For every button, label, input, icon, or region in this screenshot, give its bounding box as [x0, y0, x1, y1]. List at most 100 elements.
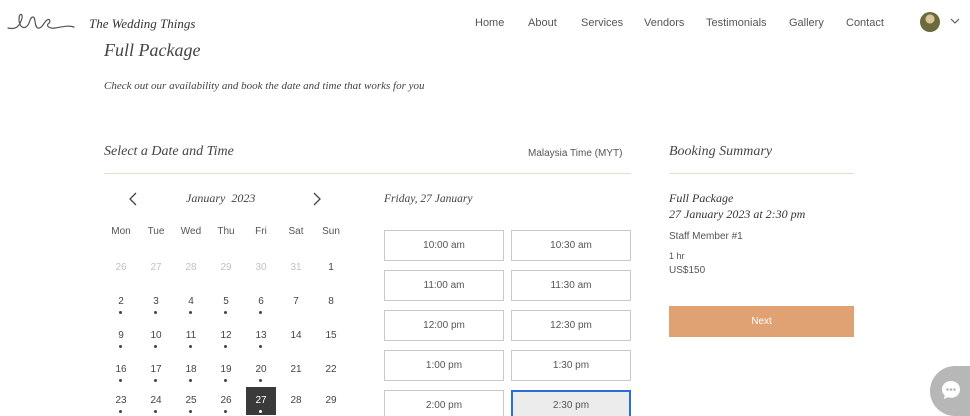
calendar-day[interactable]: 6	[246, 288, 276, 316]
time-slot-button[interactable]: 2:30 pm	[511, 390, 631, 416]
availability-dot	[119, 410, 122, 413]
calendar-day[interactable]: 28	[281, 387, 311, 415]
calendar-day[interactable]: 8	[316, 288, 346, 316]
calendar-day[interactable]: 28	[176, 254, 206, 282]
time-slot-button[interactable]: 1:30 pm	[511, 350, 631, 381]
nav-contact[interactable]: Contact	[846, 17, 884, 29]
calendar-day[interactable]: 4	[176, 288, 206, 316]
calendar-day[interactable]: 10	[141, 322, 171, 350]
summary-datetime: 27 January 2023 at 2:30 pm	[669, 207, 806, 221]
availability-dot	[259, 410, 262, 413]
nav-services[interactable]: Services	[581, 17, 623, 29]
calendar-day[interactable]: 24	[141, 387, 171, 415]
section-title: Select a Date and Time	[104, 144, 234, 159]
calendar-day[interactable]: 5	[211, 288, 241, 316]
calendar-day[interactable]: 26	[211, 387, 241, 415]
calendar-day[interactable]: 18	[176, 356, 206, 384]
weekday-label: Thu	[217, 226, 235, 237]
availability-dot	[119, 311, 122, 314]
calendar-day[interactable]: 15	[316, 322, 346, 350]
availability-dot	[189, 311, 192, 314]
calendar-day[interactable]: 29	[211, 254, 241, 282]
calendar-day[interactable]: 1	[316, 254, 346, 282]
availability-dot	[189, 379, 192, 382]
calendar-day[interactable]: 17	[141, 356, 171, 384]
calendar-day[interactable]: 29	[316, 387, 346, 415]
availability-dot	[154, 311, 157, 314]
time-slot-button[interactable]: 12:30 pm	[511, 310, 631, 341]
availability-dot	[119, 345, 122, 348]
page-subtitle: Check out our availability and book the …	[104, 80, 425, 92]
availability-dot	[189, 410, 192, 413]
summary-staff: Staff Member #1	[669, 231, 743, 242]
calendar-day[interactable]: 21	[281, 356, 311, 384]
availability-dot	[224, 311, 227, 314]
divider	[104, 173, 631, 174]
availability-dot	[259, 379, 262, 382]
calendar-day[interactable]: 26	[106, 254, 136, 282]
calendar-day[interactable]: 13	[246, 322, 276, 350]
availability-dot	[154, 379, 157, 382]
nav-gallery[interactable]: Gallery	[789, 17, 824, 29]
nav-about[interactable]: About	[528, 17, 557, 29]
calendar-month-name: January	[186, 191, 226, 205]
weekday-label: Tue	[147, 226, 165, 237]
weekday-label: Fri	[255, 226, 267, 237]
calendar-day[interactable]: 7	[281, 288, 311, 316]
availability-dot	[154, 345, 157, 348]
calendar-day[interactable]: 30	[246, 254, 276, 282]
time-slot-button[interactable]: 11:00 am	[384, 270, 504, 301]
time-slot-button[interactable]: 10:00 am	[384, 230, 504, 261]
availability-dot	[259, 311, 262, 314]
time-slot-button[interactable]: 2:00 pm	[384, 390, 504, 416]
main-nav: Home About Services Vendors Testimonials…	[0, 17, 970, 33]
summary-package-name: Full Package	[669, 191, 734, 205]
timezone-label[interactable]: Malaysia Time (MYT)	[528, 148, 622, 159]
availability-dot	[154, 410, 157, 413]
calendar-day[interactable]: 27	[141, 254, 171, 282]
chat-icon	[942, 381, 960, 399]
time-slot-button[interactable]: 10:30 am	[511, 230, 631, 261]
calendar-day[interactable]: 23	[106, 387, 136, 415]
weekday-label: Sun	[322, 226, 340, 237]
availability-dot	[224, 410, 227, 413]
calendar-day[interactable]: 16	[106, 356, 136, 384]
summary-price: US$150	[669, 265, 706, 276]
page-title: Full Package	[104, 40, 201, 60]
weekday-label: Sat	[288, 226, 304, 237]
avatar[interactable]	[920, 12, 940, 32]
chat-button[interactable]	[930, 366, 970, 416]
calendar-day[interactable]: 3	[141, 288, 171, 316]
time-slot-button[interactable]: 1:00 pm	[384, 350, 504, 381]
calendar-day[interactable]: 12	[211, 322, 241, 350]
calendar-day[interactable]: 14	[281, 322, 311, 350]
calendar-day[interactable]: 27	[246, 387, 276, 415]
calendar-day[interactable]: 22	[316, 356, 346, 384]
calendar-month: January 2023	[186, 191, 255, 206]
availability-dot	[119, 379, 122, 382]
summary-duration: 1 hr	[669, 251, 685, 261]
chevron-right-icon[interactable]	[310, 191, 324, 207]
calendar-day[interactable]: 19	[211, 356, 241, 384]
nav-home[interactable]: Home	[475, 17, 504, 29]
availability-dot	[224, 345, 227, 348]
chevron-left-icon[interactable]	[126, 191, 140, 207]
weekday-label: Mon	[111, 226, 131, 237]
calendar-day[interactable]: 11	[176, 322, 206, 350]
calendar-day[interactable]: 2	[106, 288, 136, 316]
availability-dot	[259, 345, 262, 348]
calendar-day[interactable]: 20	[246, 356, 276, 384]
calendar-day[interactable]: 25	[176, 387, 206, 415]
calendar-day[interactable]: 9	[106, 322, 136, 350]
divider	[669, 173, 854, 174]
weekday-label: Wed	[180, 226, 202, 237]
chevron-down-icon[interactable]	[950, 17, 960, 25]
availability-dot	[189, 345, 192, 348]
nav-testimonials[interactable]: Testimonials	[706, 17, 767, 29]
next-button[interactable]: Next	[669, 306, 854, 337]
calendar-day[interactable]: 31	[281, 254, 311, 282]
nav-vendors[interactable]: Vendors	[644, 17, 684, 29]
time-slot-button[interactable]: 12:00 pm	[384, 310, 504, 341]
time-slot-button[interactable]: 11:30 am	[511, 270, 631, 301]
summary-title: Booking Summary	[669, 144, 773, 159]
